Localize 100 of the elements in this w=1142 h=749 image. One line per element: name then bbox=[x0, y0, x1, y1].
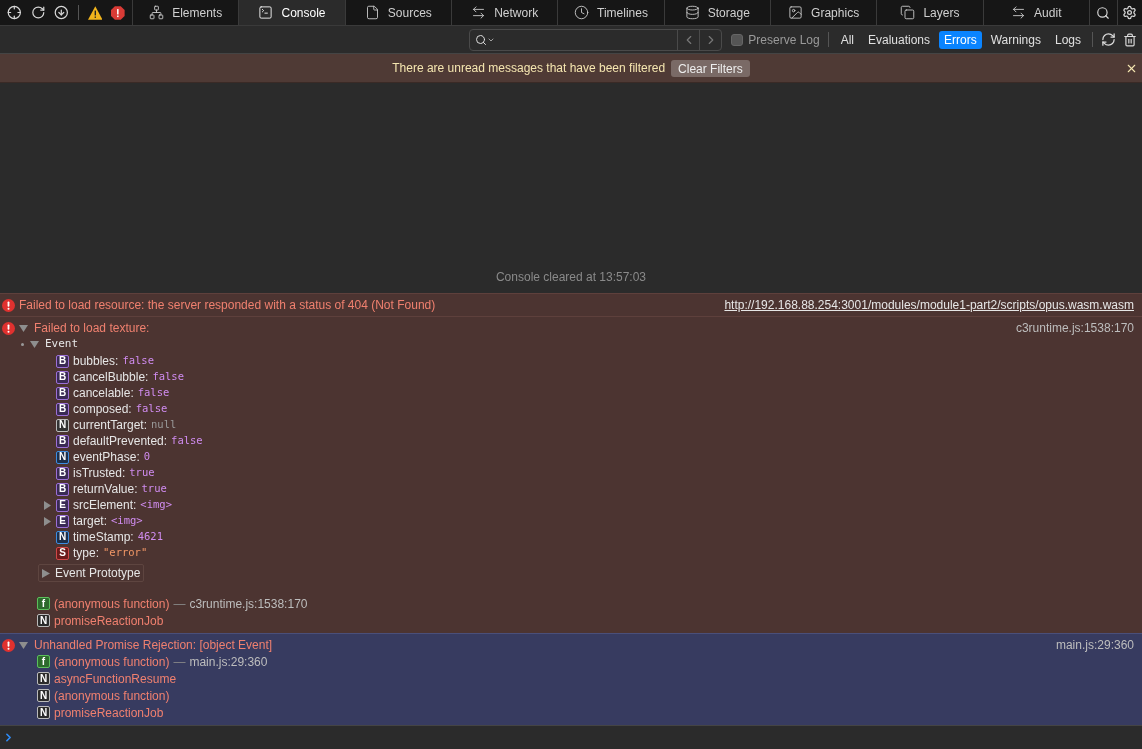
arrows-icon bbox=[1011, 5, 1027, 20]
source-location[interactable]: main.js:29:360 bbox=[1055, 636, 1134, 654]
filter-field[interactable] bbox=[469, 28, 723, 51]
search-icon[interactable] bbox=[1096, 5, 1111, 20]
panel-tab[interactable]: Layers bbox=[877, 0, 984, 25]
source-location[interactable]: c3runtime.js:1538:170 bbox=[1015, 319, 1134, 337]
type-badge: B bbox=[56, 482, 69, 496]
property-value: false bbox=[137, 385, 170, 401]
type-badge: E bbox=[56, 498, 69, 512]
property-value: true bbox=[129, 465, 155, 481]
reload-icon[interactable] bbox=[30, 5, 46, 20]
type-badge: N bbox=[37, 614, 50, 627]
type-badge: N bbox=[56, 450, 69, 464]
property-name: bubbles: bbox=[73, 353, 119, 370]
stack-frame[interactable]: (anonymous function) bbox=[54, 594, 170, 613]
message-text: Failed to load resource: the server responded with a status of 404 (Not Found) bbox=[19, 297, 436, 314]
image-icon bbox=[788, 5, 804, 20]
object-label[interactable]: Event bbox=[45, 336, 79, 353]
error-icon bbox=[2, 321, 15, 335]
filter-button[interactable]: Errors bbox=[939, 30, 982, 49]
type-badge: S bbox=[56, 546, 69, 560]
panel-tab[interactable]: Sources bbox=[345, 0, 452, 25]
tree-icon bbox=[149, 5, 165, 20]
clear-filters-button[interactable]: Clear Filters bbox=[671, 59, 750, 77]
property-name: target: bbox=[73, 513, 108, 530]
type-badge: N bbox=[37, 706, 50, 719]
filter-button[interactable]: Warnings bbox=[985, 30, 1046, 49]
warning-icon[interactable] bbox=[87, 5, 103, 20]
property-name: defaultPrevented: bbox=[73, 433, 168, 450]
refresh-icon[interactable] bbox=[1101, 32, 1116, 47]
panel-tab[interactable]: Graphics bbox=[770, 0, 878, 25]
property-name: cancelBubble: bbox=[73, 369, 149, 386]
disclosure-icon[interactable] bbox=[30, 340, 39, 349]
type-badge: N bbox=[37, 689, 50, 702]
arrows-icon bbox=[471, 5, 487, 20]
console-message[interactable] bbox=[0, 316, 1142, 633]
type-badge: E bbox=[56, 514, 69, 528]
stack-frame[interactable]: (anonymous function) bbox=[54, 652, 170, 671]
stack-frame[interactable]: asyncFunctionResume bbox=[54, 669, 177, 688]
checkbox-label[interactable]: Preserve Log bbox=[748, 30, 820, 49]
filter-button[interactable]: Evaluations bbox=[863, 30, 936, 49]
property-value: "error" bbox=[103, 545, 148, 561]
frame-location[interactable]: main.js:29:360 bbox=[189, 652, 268, 671]
type-badge: B bbox=[56, 402, 69, 416]
property-value: <img> bbox=[140, 497, 172, 513]
panel-tab[interactable]: Timelines bbox=[558, 0, 665, 25]
console-cleared-note: Console cleared at 13:57:03 bbox=[495, 269, 647, 286]
type-badge: N bbox=[56, 418, 69, 432]
trash-icon[interactable] bbox=[1123, 32, 1137, 47]
document-icon bbox=[364, 5, 380, 20]
type-badge: B bbox=[56, 386, 69, 400]
frame-location[interactable]: c3runtime.js:1538:170 bbox=[189, 594, 308, 613]
property-value: false bbox=[122, 353, 154, 369]
search-icon bbox=[475, 33, 488, 46]
terminal-icon bbox=[258, 5, 274, 20]
error-icon bbox=[2, 298, 15, 312]
stack-frame[interactable]: promiseReactionJob bbox=[54, 703, 164, 722]
download-icon[interactable] bbox=[54, 5, 69, 20]
error-icon bbox=[2, 638, 15, 652]
disclosure-icon[interactable] bbox=[19, 640, 28, 650]
console-message[interactable]: Unhandled Promise Rejection: [object Event] main.js:29:360 f (anonymous function) — main.js:29:360 N asyncFunctionResume N (anonymous function) N promiseReactionJob bbox=[0, 633, 1142, 725]
property-name: composed: bbox=[73, 401, 132, 418]
stack-frame[interactable]: promiseReactionJob bbox=[54, 611, 164, 630]
message-text: Failed to load texture: bbox=[34, 320, 150, 337]
prototype-button[interactable]: Event Prototype bbox=[38, 564, 145, 582]
resource-link[interactable]: http://192.168.88.254:3001/modules/module1-part2/scripts/opus.wasm.wasm bbox=[724, 296, 1134, 314]
panel-tab[interactable]: Console bbox=[239, 0, 346, 25]
disclosure-icon[interactable] bbox=[19, 323, 28, 333]
panel-tab[interactable]: Storage bbox=[664, 0, 771, 25]
property-value: false bbox=[135, 401, 168, 417]
property-value: false bbox=[171, 433, 203, 449]
property-name: timeStamp: bbox=[73, 529, 134, 546]
property-name: eventPhase: bbox=[73, 449, 140, 466]
disclosure-icon bbox=[42, 568, 50, 578]
type-badge: f bbox=[37, 597, 50, 610]
filter-button[interactable]: Logs bbox=[1049, 30, 1086, 49]
property-value: 4621 bbox=[137, 529, 163, 545]
property-name: currentTarget: bbox=[73, 417, 148, 434]
settings-icon[interactable] bbox=[1122, 5, 1138, 20]
checkbox[interactable] bbox=[731, 33, 744, 46]
crosshair-icon[interactable] bbox=[7, 5, 22, 20]
property-value: true bbox=[141, 481, 167, 497]
separator-dash: — bbox=[173, 595, 186, 613]
property-value: 0 bbox=[143, 449, 151, 465]
banner-message: There are unread messages that have been filtered bbox=[392, 60, 666, 77]
panel-tab[interactable]: Audit bbox=[983, 0, 1090, 25]
separator-dash: — bbox=[173, 653, 186, 671]
property-name: srcElement: bbox=[73, 497, 137, 514]
property-name: isTrusted: bbox=[73, 465, 126, 482]
filter-button[interactable]: All bbox=[835, 30, 859, 49]
property-name: cancelable: bbox=[73, 385, 134, 402]
console-message[interactable]: Failed to load resource: the server responded with a status of 404 (Not Found) http://192.168.88.254:3001/modules/module1-part2/scripts/opus.wasm.wasm bbox=[0, 293, 1142, 316]
layers-icon bbox=[900, 5, 916, 20]
panel-tab[interactable]: Network bbox=[452, 0, 559, 25]
type-badge: B bbox=[56, 354, 69, 368]
stack-frame[interactable]: (anonymous function) bbox=[54, 686, 170, 705]
property-value: <img> bbox=[111, 513, 143, 529]
property-value: null bbox=[151, 417, 177, 433]
message-text: Unhandled Promise Rejection: [object Event] bbox=[34, 637, 273, 654]
error-icon[interactable] bbox=[111, 5, 125, 20]
